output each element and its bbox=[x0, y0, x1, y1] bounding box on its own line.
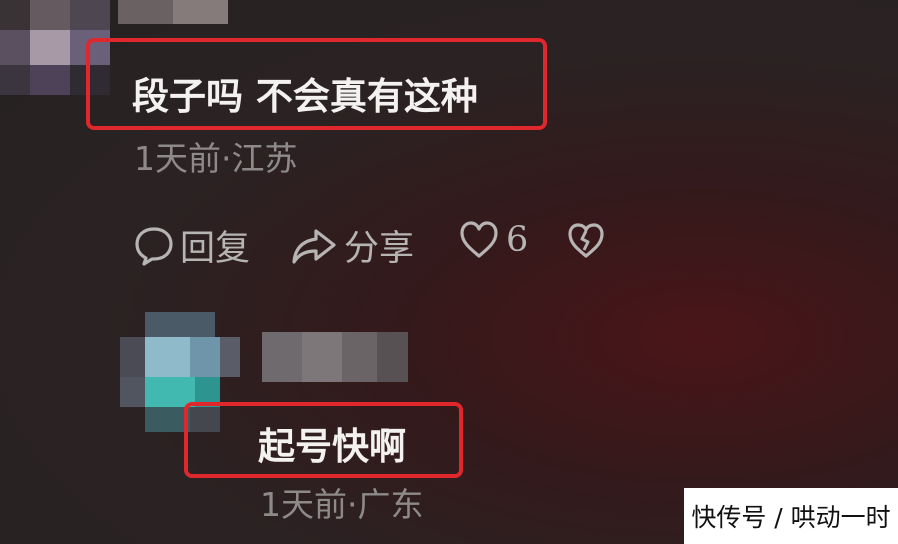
share-label: 分享 bbox=[344, 229, 415, 269]
share-arrow-icon bbox=[292, 228, 336, 264]
comment-bubble-icon bbox=[135, 226, 173, 266]
broken-heart-icon bbox=[568, 223, 604, 258]
share-button[interactable]: 分享 bbox=[290, 220, 414, 271]
comment1-text: 段子吗 不会真有这种 bbox=[132, 75, 478, 118]
like-count: 6 bbox=[506, 220, 529, 260]
reply-button[interactable]: 回复 bbox=[134, 220, 250, 271]
comment2-meta: 1天前·广东 bbox=[260, 485, 424, 524]
username-top[interactable] bbox=[118, 0, 228, 24]
watermark: 快传号 / 哄动一时 bbox=[684, 488, 898, 544]
watermark-text: 快传号 / 哄动一时 bbox=[691, 503, 891, 532]
comment2-text: 起号快啊 bbox=[258, 425, 406, 468]
dislike-button[interactable] bbox=[566, 222, 606, 260]
heart-icon bbox=[460, 221, 498, 258]
username-comment2[interactable] bbox=[262, 332, 408, 382]
comment1-meta: 1天前·江苏 bbox=[134, 139, 298, 178]
reply-label: 回复 bbox=[180, 229, 251, 269]
like-button[interactable]: 6 bbox=[458, 220, 528, 260]
